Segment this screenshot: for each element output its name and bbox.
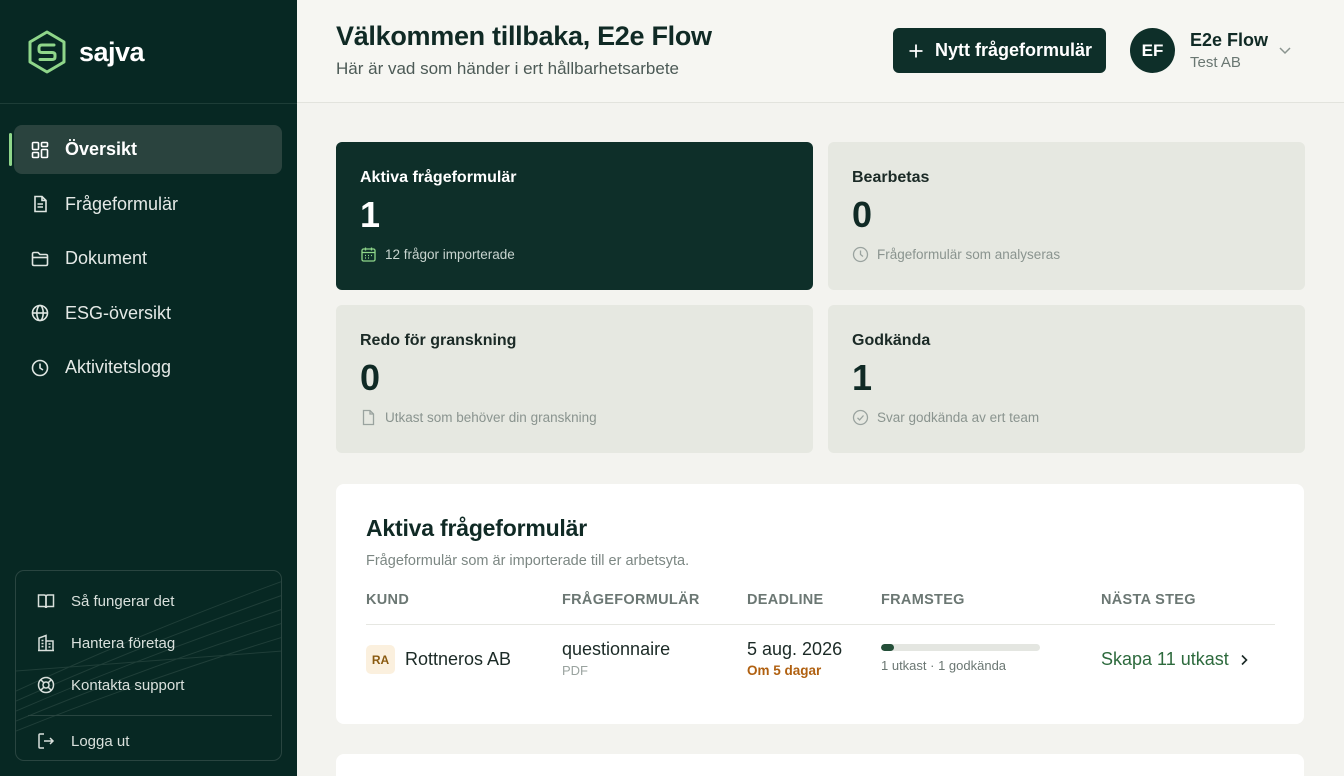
column-header-progress: FRAMSTEG [881, 592, 965, 608]
column-header-client: KUND [366, 592, 410, 608]
new-questionnaire-label: Nytt frågeformulär [934, 40, 1093, 60]
help-box: Så fungerar det Hantera företag Kontakta… [15, 570, 282, 761]
client-badge: RA [366, 645, 395, 674]
logout-icon [38, 733, 55, 749]
page-subtitle: Här är vad som händer i ert hållbarhetsa… [336, 59, 680, 78]
manage-companies-link[interactable]: Hantera företag [36, 633, 175, 653]
sidebar-nav: Översikt Frågeformulär Dokument ESG-över… [9, 125, 282, 398]
stat-title: Bearbetas [852, 169, 930, 186]
progress-label: 1 utkast · 1 godkända [881, 658, 1007, 673]
stat-card-active[interactable]: Aktiva frågeformulär 1 12 frågor importe… [336, 142, 813, 290]
deadline-relative: Om 5 dagar [747, 663, 822, 678]
questionnaire-file-type: PDF [562, 663, 588, 678]
sidebar-item-label: ESG-översikt [65, 302, 172, 323]
page-title: Välkommen tillbaka, E2e Flow [336, 21, 712, 51]
sidebar-item-aktivitetslogg[interactable]: Aktivitetslogg [14, 343, 282, 392]
folder-icon [30, 249, 50, 269]
sidebar-item-label: Aktivitetslogg [65, 357, 172, 377]
chevron-down-icon[interactable] [1276, 41, 1294, 59]
how-it-works-link[interactable]: Så fungerar det [36, 591, 174, 611]
sidebar: sajva Översikt Frågeformulär Dokument ES… [0, 0, 297, 776]
panel-title: Aktiva frågeformulär [366, 515, 587, 541]
column-header-next-step: NÄSTA STEG [1101, 592, 1196, 608]
stat-card-ready-for-review[interactable]: Redo för granskning 0 Utkast som behöver… [336, 305, 813, 453]
stat-title: Aktiva frågeformulär [360, 169, 517, 186]
stat-note: 12 frågor importerade [360, 246, 515, 263]
questionnaire-name[interactable]: questionnaire [562, 639, 670, 660]
stat-title: Redo för granskning [360, 332, 517, 349]
stat-note: Utkast som behöver din granskning [360, 409, 597, 426]
stat-note-text: Frågeformulär som analyseras [877, 247, 1061, 262]
sidebar-item-label: Dokument [65, 248, 148, 268]
panel-subtitle: Frågeformulär som är importerade till er… [366, 553, 690, 569]
sidebar-item-dokument[interactable]: Dokument [14, 234, 282, 283]
sidebar-divider [0, 103, 297, 104]
stat-value: 0 [852, 194, 873, 235]
grid-icon [30, 140, 50, 160]
check-circle-icon [852, 409, 869, 426]
sidebar-item-label: Frågeformulär [65, 193, 179, 214]
stat-value: 1 [852, 357, 873, 398]
sajva-logo-icon [28, 30, 66, 74]
stat-note: Frågeformulär som analyseras [852, 246, 1060, 263]
sidebar-item-frageformular[interactable]: Frågeformulär [14, 180, 282, 229]
logout-label: Logga ut [71, 732, 130, 750]
globe-icon [30, 303, 50, 323]
brand-name: sajva [79, 36, 145, 67]
plus-icon [909, 44, 923, 57]
calendar-icon [361, 247, 376, 262]
clock-icon [30, 358, 50, 378]
new-questionnaire-button[interactable]: Nytt frågeformulär [893, 28, 1106, 73]
brand[interactable]: sajva [27, 30, 145, 74]
user-name[interactable]: E2e Flow [1190, 30, 1268, 51]
page-header: Välkommen tillbaka, E2e Flow Här är vad … [297, 0, 1344, 103]
column-header-questionnaire: FRÅGEFORMULÄR [562, 592, 700, 608]
client-name: Rottneros AB [405, 649, 512, 669]
progress-bar-fill [881, 644, 894, 651]
manage-companies-label: Hantera företag [71, 634, 176, 652]
secondary-panel [336, 754, 1304, 776]
stat-value: 0 [360, 357, 381, 398]
lifebuoy-icon [37, 676, 55, 694]
stat-value: 1 [360, 194, 381, 235]
sidebar-item-esg-oversikt[interactable]: ESG-översikt [14, 289, 282, 338]
sidebar-item-oversikt[interactable]: Översikt [9, 125, 282, 174]
document-icon [362, 409, 375, 426]
avatar[interactable]: EF [1130, 28, 1175, 73]
stat-note-text: 12 frågor importerade [385, 247, 515, 262]
stat-note-text: Utkast som behöver din granskning [385, 410, 597, 425]
how-it-works-label: Så fungerar det [71, 592, 175, 610]
sidebar-item-label: Översikt [65, 139, 138, 159]
building-icon [38, 634, 54, 652]
help-divider [28, 715, 272, 716]
next-step-link[interactable]: Skapa 11 utkast [1101, 649, 1251, 670]
stat-title: Godkända [852, 332, 931, 349]
contact-support-link[interactable]: Kontakta support [36, 675, 184, 695]
stat-note-text: Svar godkända av ert team [877, 410, 1040, 425]
logout-button[interactable]: Logga ut [36, 731, 129, 751]
table-row[interactable]: RA Rottneros AB questionnaire PDF 5 aug.… [336, 625, 1304, 695]
stat-card-approved[interactable]: Godkända 1 Svar godkända av ert team [828, 305, 1305, 453]
user-organization: Test AB [1190, 54, 1241, 71]
clock-icon [852, 246, 869, 263]
book-icon [37, 594, 55, 609]
stat-note: Svar godkända av ert team [852, 409, 1039, 426]
progress-bar [881, 644, 1040, 651]
chevron-right-icon [1241, 654, 1248, 665]
document-icon [30, 194, 50, 214]
contact-support-label: Kontakta support [71, 676, 185, 694]
deadline-date: 5 aug. 2026 [747, 639, 843, 659]
column-header-deadline: DEADLINE [747, 592, 824, 608]
stat-card-processing[interactable]: Bearbetas 0 Frågeformulär som analyseras [828, 142, 1305, 290]
next-step-label: Skapa 11 utkast [1101, 649, 1229, 669]
active-questionnaires-panel: Aktiva frågeformulär Frågeformulär som ä… [336, 484, 1304, 724]
